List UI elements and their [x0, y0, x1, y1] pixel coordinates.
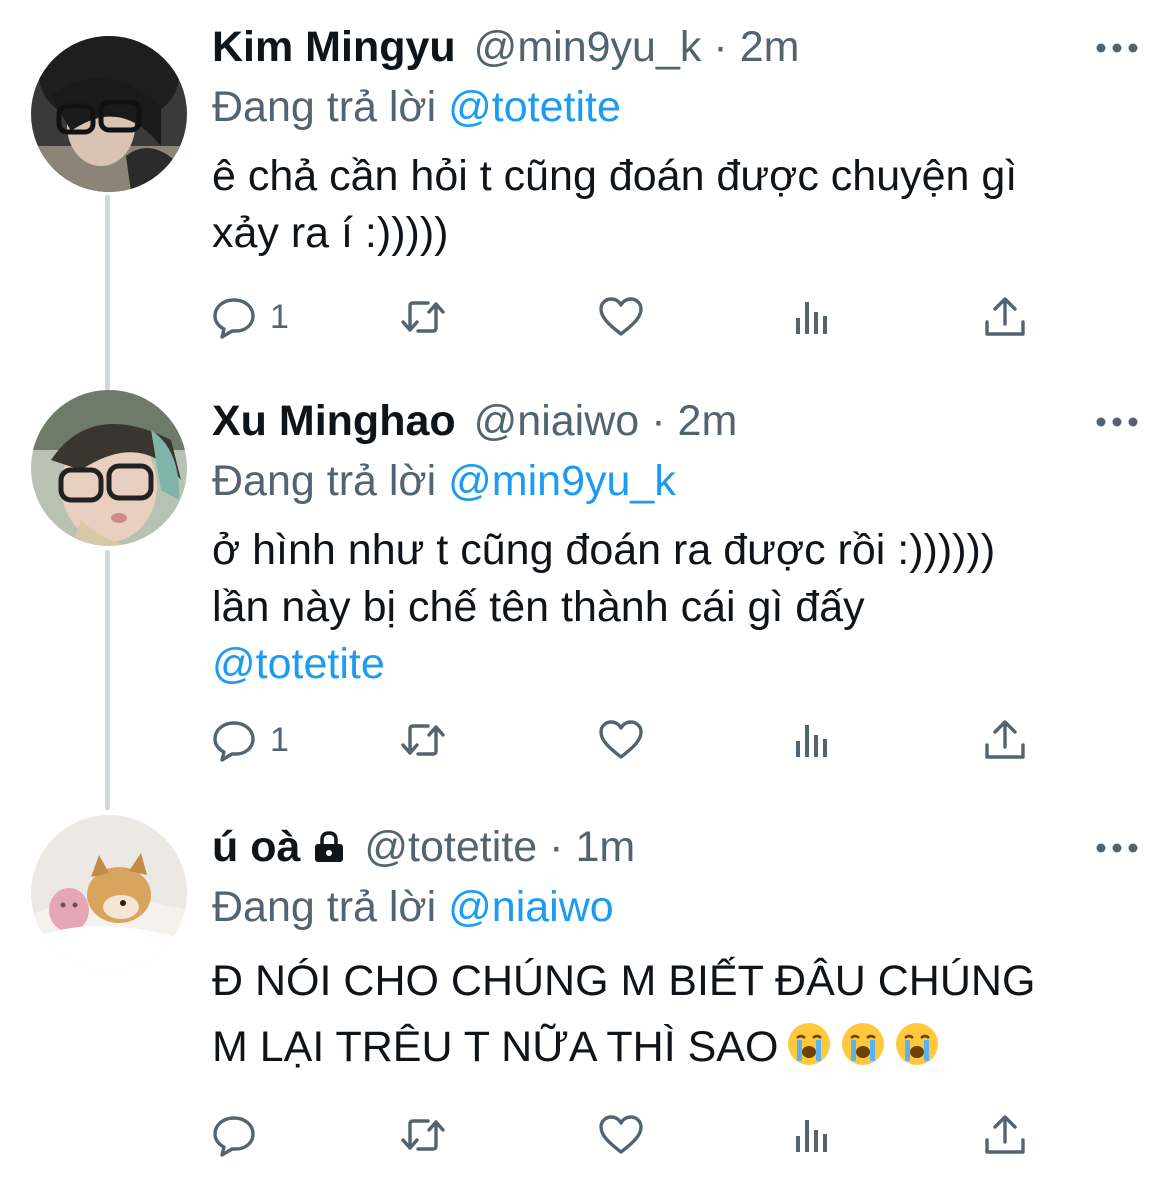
- tweet[interactable]: Xu Minghao @niaiwo · 2m Đang trả lời @mi…: [0, 370, 1170, 800]
- tweet-text: Đ NÓI CHO CHÚNG M BIẾT ĐÂU CHÚNG M LẠI T…: [212, 948, 1140, 1080]
- like-button[interactable]: [598, 715, 644, 765]
- tweet-text: ê chả cần hỏi t cũng đoán được chuyện gì…: [212, 148, 1140, 262]
- like-icon: [599, 720, 643, 759]
- reply-button[interactable]: [212, 1110, 270, 1160]
- tweet[interactable]: Kim Mingyu @min9yu_k · 2m Đang trả lời @…: [0, 0, 1170, 370]
- tweet-text-line: ê chả cần hỏi t cũng đoán được chuyện gì: [212, 152, 1018, 200]
- timestamp[interactable]: 1m: [575, 823, 635, 872]
- reply-count: 1: [270, 720, 289, 759]
- tweet-text: ở hình như t cũng đoán ra được rồi :))))…: [212, 522, 1140, 693]
- reply-icon: [213, 1116, 255, 1157]
- tweet-text-line: lần này bị chế tên thành cái gì đấy: [212, 583, 865, 631]
- tweet[interactable]: ú oà @totetite · 1m Đang trả lời @niaiwo: [0, 800, 1170, 1179]
- analytics-icon: [796, 725, 827, 757]
- like-button[interactable]: [598, 1110, 644, 1160]
- share-button[interactable]: [982, 292, 1028, 342]
- display-name[interactable]: Xu Minghao: [212, 397, 456, 446]
- separator-dot: ·: [549, 822, 564, 871]
- replying-label: Đang trả lời: [212, 457, 437, 505]
- mention-link[interactable]: @min9yu_k: [448, 457, 676, 505]
- mention-link[interactable]: @totetite: [448, 83, 621, 131]
- tweet-text-segment: M LẠI TRÊU T NỮA THÌ SAO: [212, 1023, 779, 1071]
- tweet-header: ú oà @totetite · 1m: [212, 816, 1140, 878]
- retweet-button[interactable]: [400, 292, 446, 342]
- tweet-actions: 1: [212, 715, 1052, 765]
- avatar[interactable]: [31, 36, 187, 192]
- replying-to: Đang trả lời @totetite: [212, 78, 1140, 136]
- share-icon: [985, 297, 1025, 336]
- like-icon: [599, 297, 643, 336]
- more-icon[interactable]: [1094, 412, 1140, 432]
- replying-to: Đang trả lời @niaiwo: [212, 878, 1140, 936]
- tweet-header: Kim Mingyu @min9yu_k · 2m: [212, 16, 1140, 78]
- more-icon[interactable]: [1094, 838, 1140, 858]
- analytics-button[interactable]: [790, 1110, 836, 1160]
- display-name[interactable]: ú oà: [212, 823, 300, 872]
- loudly-crying-face-icon: [788, 1023, 831, 1065]
- retweet-button[interactable]: [400, 715, 446, 765]
- share-button[interactable]: [982, 1110, 1028, 1160]
- like-icon: [599, 1115, 643, 1154]
- retweet-icon: [401, 301, 445, 333]
- retweet-icon: [401, 724, 445, 756]
- display-name[interactable]: Kim Mingyu: [212, 23, 456, 72]
- user-handle[interactable]: @min9yu_k: [474, 23, 702, 72]
- share-icon: [985, 720, 1025, 759]
- reply-count: 1: [270, 297, 289, 336]
- loudly-crying-face-icon: [842, 1023, 885, 1065]
- avatar[interactable]: [31, 390, 187, 546]
- analytics-button[interactable]: [790, 715, 836, 765]
- reply-button[interactable]: 1: [212, 292, 289, 342]
- share-button[interactable]: [982, 715, 1028, 765]
- analytics-button[interactable]: [790, 292, 836, 342]
- reply-button[interactable]: 1: [212, 715, 289, 765]
- retweet-icon: [401, 1119, 445, 1151]
- mention-link[interactable]: @niaiwo: [448, 883, 614, 931]
- separator-dot: ·: [713, 22, 728, 71]
- tweet-header: Xu Minghao @niaiwo · 2m: [212, 390, 1140, 452]
- reply-icon: [213, 721, 255, 762]
- analytics-icon: [796, 1120, 827, 1152]
- tweet-actions: 1: [212, 292, 1052, 342]
- user-handle[interactable]: @totetite: [364, 823, 537, 872]
- avatar[interactable]: [31, 815, 187, 971]
- like-button[interactable]: [598, 292, 644, 342]
- separator-dot: ·: [651, 396, 666, 445]
- replying-to: Đang trả lời @min9yu_k: [212, 452, 1140, 510]
- timestamp[interactable]: 2m: [678, 397, 738, 446]
- replying-label: Đang trả lời: [212, 83, 437, 131]
- loudly-crying-face-icon: [896, 1023, 939, 1065]
- share-icon: [985, 1115, 1025, 1154]
- reply-icon: [213, 298, 255, 339]
- retweet-button[interactable]: [400, 1110, 446, 1160]
- more-icon[interactable]: [1094, 38, 1140, 58]
- reply-thread: Kim Mingyu @min9yu_k · 2m Đang trả lời @…: [0, 0, 1170, 1179]
- lock-icon: [315, 831, 344, 862]
- tweet-actions: [212, 1110, 1052, 1160]
- replying-label: Đang trả lời: [212, 883, 437, 931]
- analytics-icon: [796, 302, 827, 334]
- user-handle[interactable]: @niaiwo: [474, 397, 640, 446]
- mention-link[interactable]: @totetite: [212, 636, 1140, 693]
- tweet-text-line: ở hình như t cũng đoán ra được rồi :))))…: [212, 526, 996, 574]
- tweet-text-line: Đ NÓI CHO CHÚNG M BIẾT ĐÂU CHÚNG: [212, 957, 1036, 1005]
- timestamp[interactable]: 2m: [740, 23, 800, 72]
- tweet-text-line: xảy ra í :))))): [212, 209, 449, 257]
- tweet-text-line: M LẠI TRÊU T NỮA THÌ SAO: [212, 1014, 1140, 1080]
